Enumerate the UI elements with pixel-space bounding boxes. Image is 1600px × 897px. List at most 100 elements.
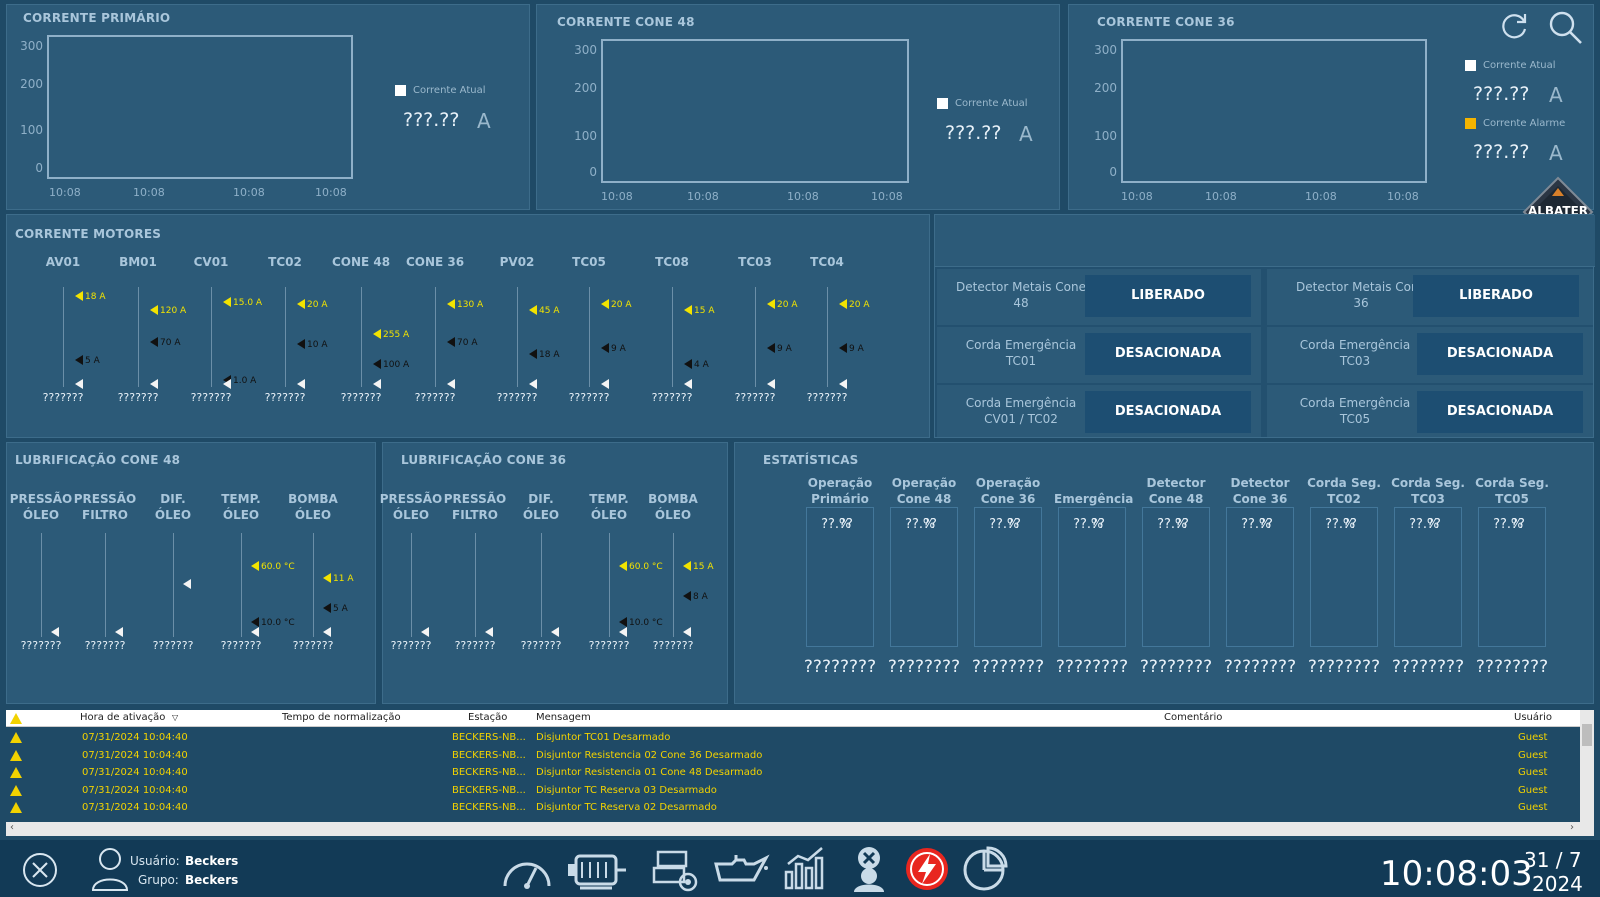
lub-value: ???????: [454, 639, 496, 652]
legend-swatch: [1465, 60, 1476, 71]
high-limit-label: 11 A: [333, 574, 354, 584]
col-mensagem[interactable]: Mensagem: [536, 712, 591, 723]
motor-current-value: ???????: [496, 391, 538, 404]
lub-name: PRESSÃO ÓLEO: [379, 492, 443, 522]
low-limit-label: 10.0 °C: [629, 618, 663, 628]
table-row[interactable]: 07/31/2024 10:04:40 BECKERS-NB... Disjunto…: [6, 783, 1580, 800]
high-limit-marker: [683, 561, 691, 571]
lub-value: ???????: [20, 639, 62, 652]
status-label: Detector Metais Cone 48: [955, 280, 1086, 310]
stat-total: ????????: [1391, 657, 1465, 677]
scroll-right-icon[interactable]: ›: [1570, 822, 1574, 833]
alarm-table-header: Hora de ativação ▽ Tempo de normalização…: [6, 710, 1594, 727]
sort-desc-icon[interactable]: ▽: [172, 713, 178, 722]
stat-unit: %: [1090, 517, 1104, 532]
legend-label: Corrente Atual: [955, 98, 1028, 109]
gauge-icon[interactable]: [500, 846, 554, 892]
stat-total: ????????: [1223, 657, 1297, 677]
y-tick: 0: [35, 161, 43, 175]
user-icon[interactable]: [90, 846, 130, 892]
motor-name: CONE 36: [405, 255, 465, 269]
panel-title: CORRENTE MOTORES: [15, 227, 162, 241]
x-tick: 10:08: [1121, 190, 1153, 203]
alarm-time: 07/31/2024 10:04:40: [82, 749, 188, 761]
table-row[interactable]: 07/31/2024 10:04:40 BECKERS-NB... Disjunto…: [6, 748, 1580, 765]
clock-time: 10:08:03: [1380, 854, 1533, 894]
current-marker: [447, 379, 455, 389]
conveyor-icon[interactable]: [650, 848, 700, 894]
chart-panel-cone48: CORRENTE CONE 48 300 200 100 0 10:08 10:…: [536, 4, 1060, 210]
close-icon[interactable]: [22, 852, 58, 888]
high-limit-marker: [297, 299, 305, 309]
high-limit-label: 20 A: [777, 300, 798, 310]
current-marker: [619, 627, 627, 637]
status-corda-tc03[interactable]: DESACIONADA: [1417, 333, 1583, 375]
current-marker: [684, 379, 692, 389]
motor-icon[interactable]: [566, 848, 630, 892]
alarm-message: Disjuntor TC Reserva 03 Desarmado: [536, 784, 717, 796]
low-limit-label: 1.0 A: [233, 376, 257, 386]
motor-bar: [435, 287, 436, 387]
motor-current-value: ???????: [264, 391, 306, 404]
table-row[interactable]: 07/31/2024 10:04:40 BECKERS-NB... Disjunto…: [6, 765, 1580, 782]
oil-can-icon[interactable]: [710, 850, 770, 890]
high-limit-marker: [839, 299, 847, 309]
vertical-scrollbar[interactable]: [1580, 710, 1594, 822]
alarm-time: 07/31/2024 10:04:40: [82, 784, 188, 796]
low-limit-label: 70 A: [457, 338, 478, 348]
current-marker: [251, 627, 259, 637]
status-label: Corda Emergência TC05: [1299, 396, 1411, 426]
stat-unit: %: [1006, 517, 1020, 532]
table-row[interactable]: 07/31/2024 10:04:40 BECKERS-NB... Disjunto…: [6, 730, 1580, 747]
horizontal-scrollbar[interactable]: ‹ ›: [6, 822, 1594, 836]
current-marker: [323, 627, 331, 637]
stat-name: Corda Seg. TC05: [1475, 476, 1549, 506]
col-hora-ativacao[interactable]: Hora de ativação: [80, 712, 165, 723]
col-usuario[interactable]: Usuário: [1514, 712, 1552, 723]
table-row[interactable]: 07/31/2024 10:04:40 BECKERS-NB... Disjunto…: [6, 800, 1580, 817]
high-limit-marker: [619, 561, 627, 571]
col-comentario[interactable]: Comentário: [1164, 712, 1222, 723]
col-estacao[interactable]: Estação: [468, 712, 507, 723]
panel-title: ESTATÍSTICAS: [763, 453, 859, 467]
high-limit-marker: [150, 305, 158, 315]
x-tick: 10:08: [1205, 190, 1237, 203]
current-value: ???.??: [403, 109, 460, 131]
lub-value: ???????: [652, 639, 694, 652]
status-corda-cv01-tc02[interactable]: DESACIONADA: [1085, 391, 1251, 433]
current-marker: [683, 627, 691, 637]
current-value: ???.??: [1473, 83, 1530, 105]
high-limit-label: 60.0 °C: [261, 562, 295, 572]
lub-name: BOMBA ÓLEO: [648, 492, 698, 522]
scroll-left-icon[interactable]: ‹: [10, 822, 14, 833]
low-limit-label: 100 A: [383, 360, 410, 370]
scrollbar-thumb[interactable]: [1582, 724, 1592, 746]
maintenance-worker-icon[interactable]: [846, 844, 892, 894]
stat-name: Detector Cone 48: [1146, 476, 1206, 506]
alarm-message: Disjuntor TC01 Desarmado: [536, 732, 671, 743]
high-limit-marker: [223, 297, 231, 307]
warning-icon: [10, 767, 22, 778]
alarm-station: BECKERS-NB...: [452, 749, 526, 761]
user-value: Beckers: [185, 854, 239, 868]
stats-chart-icon[interactable]: [782, 846, 828, 892]
search-icon[interactable]: [1547, 9, 1585, 47]
refresh-icon[interactable]: [1497, 9, 1531, 43]
status-corda-tc01[interactable]: DESACIONADA: [1085, 333, 1251, 375]
current-marker: [183, 579, 191, 589]
low-limit-label: 8 A: [693, 592, 708, 602]
alarm-user: Guest: [1518, 784, 1548, 796]
status-detector-cone36[interactable]: LIBERADO: [1413, 275, 1579, 317]
pie-chart-icon[interactable]: [962, 846, 1008, 892]
col-tempo-normalizacao[interactable]: Tempo de normalização: [282, 712, 401, 723]
lub-bar: [173, 533, 174, 637]
electric-alarm-icon[interactable]: [904, 846, 950, 892]
lub-name: BOMBA ÓLEO: [288, 492, 338, 522]
status-label: Corda Emergência TC01: [965, 338, 1077, 368]
high-limit-label: 255 A: [383, 330, 410, 340]
status-corda-tc05[interactable]: DESACIONADA: [1417, 391, 1583, 433]
alarm-time: 07/31/2024 10:04:40: [82, 802, 188, 813]
low-limit-marker: [297, 339, 305, 349]
status-detector-cone48[interactable]: LIBERADO: [1085, 275, 1251, 317]
lub-value: ???????: [588, 639, 630, 652]
